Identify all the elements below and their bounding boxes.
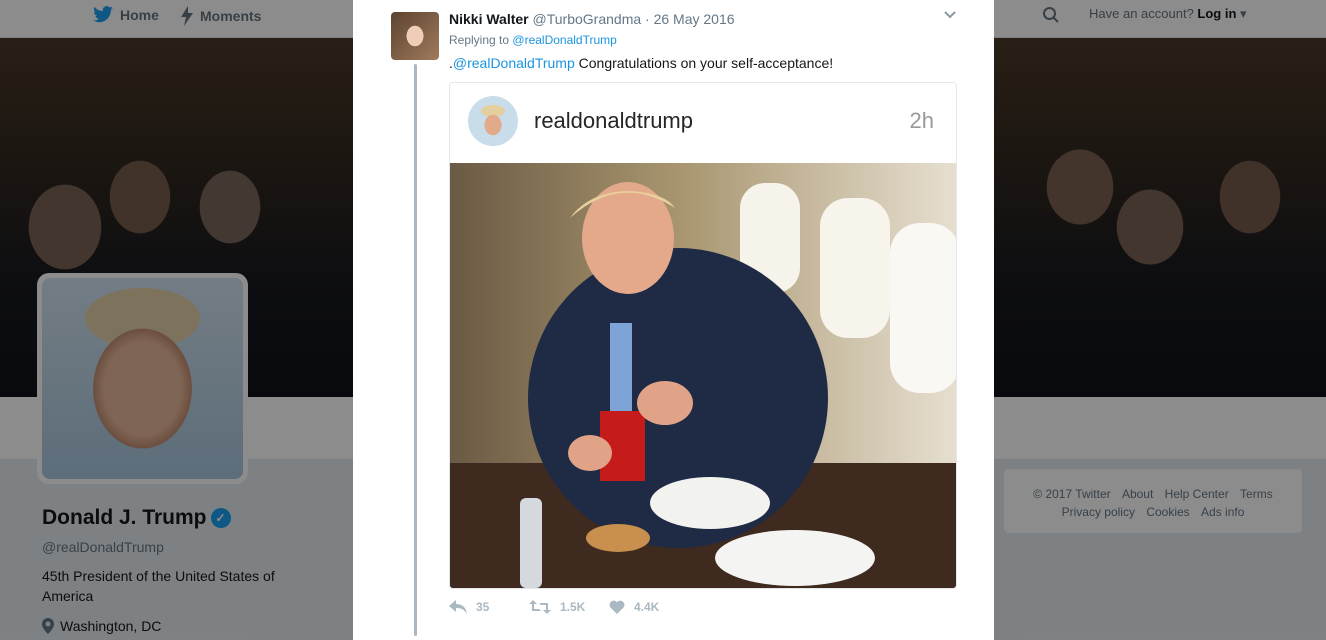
heart-icon — [609, 600, 625, 614]
tweet-separator: · — [645, 11, 650, 27]
replying-to-link[interactable]: @realDonaldTrump — [512, 33, 616, 47]
embedded-instagram-post[interactable]: realdonaldtrump 2h — [449, 82, 957, 589]
tweet-header: Nikki Walter @TurboGrandma · 26 May 2016 — [449, 11, 735, 27]
tweet-mention-link[interactable]: @realDonaldTrump — [453, 55, 575, 71]
tweet-date[interactable]: 26 May 2016 — [654, 11, 735, 27]
like-count: 4.4K — [634, 600, 660, 614]
tweet-modal: Nikki Walter @TurboGrandma · 26 May 2016… — [353, 0, 994, 640]
tweet-text-body: Congratulations on your self-acceptance! — [574, 55, 834, 71]
tweet-author-handle[interactable]: @TurboGrandma — [533, 11, 642, 27]
tweet-author-avatar[interactable] — [391, 12, 439, 60]
replying-label: Replying to — [449, 33, 510, 47]
embed-time: 2h — [909, 108, 934, 133]
embed-photo — [450, 163, 956, 588]
embed-avatar — [468, 96, 518, 146]
tweet-author-name[interactable]: Nikki Walter — [449, 11, 529, 27]
replying-to: Replying to @realDonaldTrump — [449, 33, 617, 47]
tweet-actions: 35 1.5K 4.4K — [449, 600, 689, 614]
like-button[interactable]: 4.4K — [609, 600, 689, 614]
retweet-count: 1.5K — [560, 600, 586, 614]
reply-count: 35 — [476, 600, 490, 614]
embed-username: realdonaldtrump — [534, 108, 693, 133]
tweet-text: .@realDonaldTrump Congratulations on you… — [449, 55, 833, 71]
reply-icon — [449, 600, 467, 614]
thread-line — [414, 64, 417, 636]
reply-button[interactable]: 35 — [449, 600, 529, 614]
retweet-icon — [529, 600, 551, 614]
chevron-down-icon[interactable] — [943, 8, 957, 22]
retweet-button[interactable]: 1.5K — [529, 600, 609, 614]
embed-header: realdonaldtrump 2h — [450, 83, 956, 163]
